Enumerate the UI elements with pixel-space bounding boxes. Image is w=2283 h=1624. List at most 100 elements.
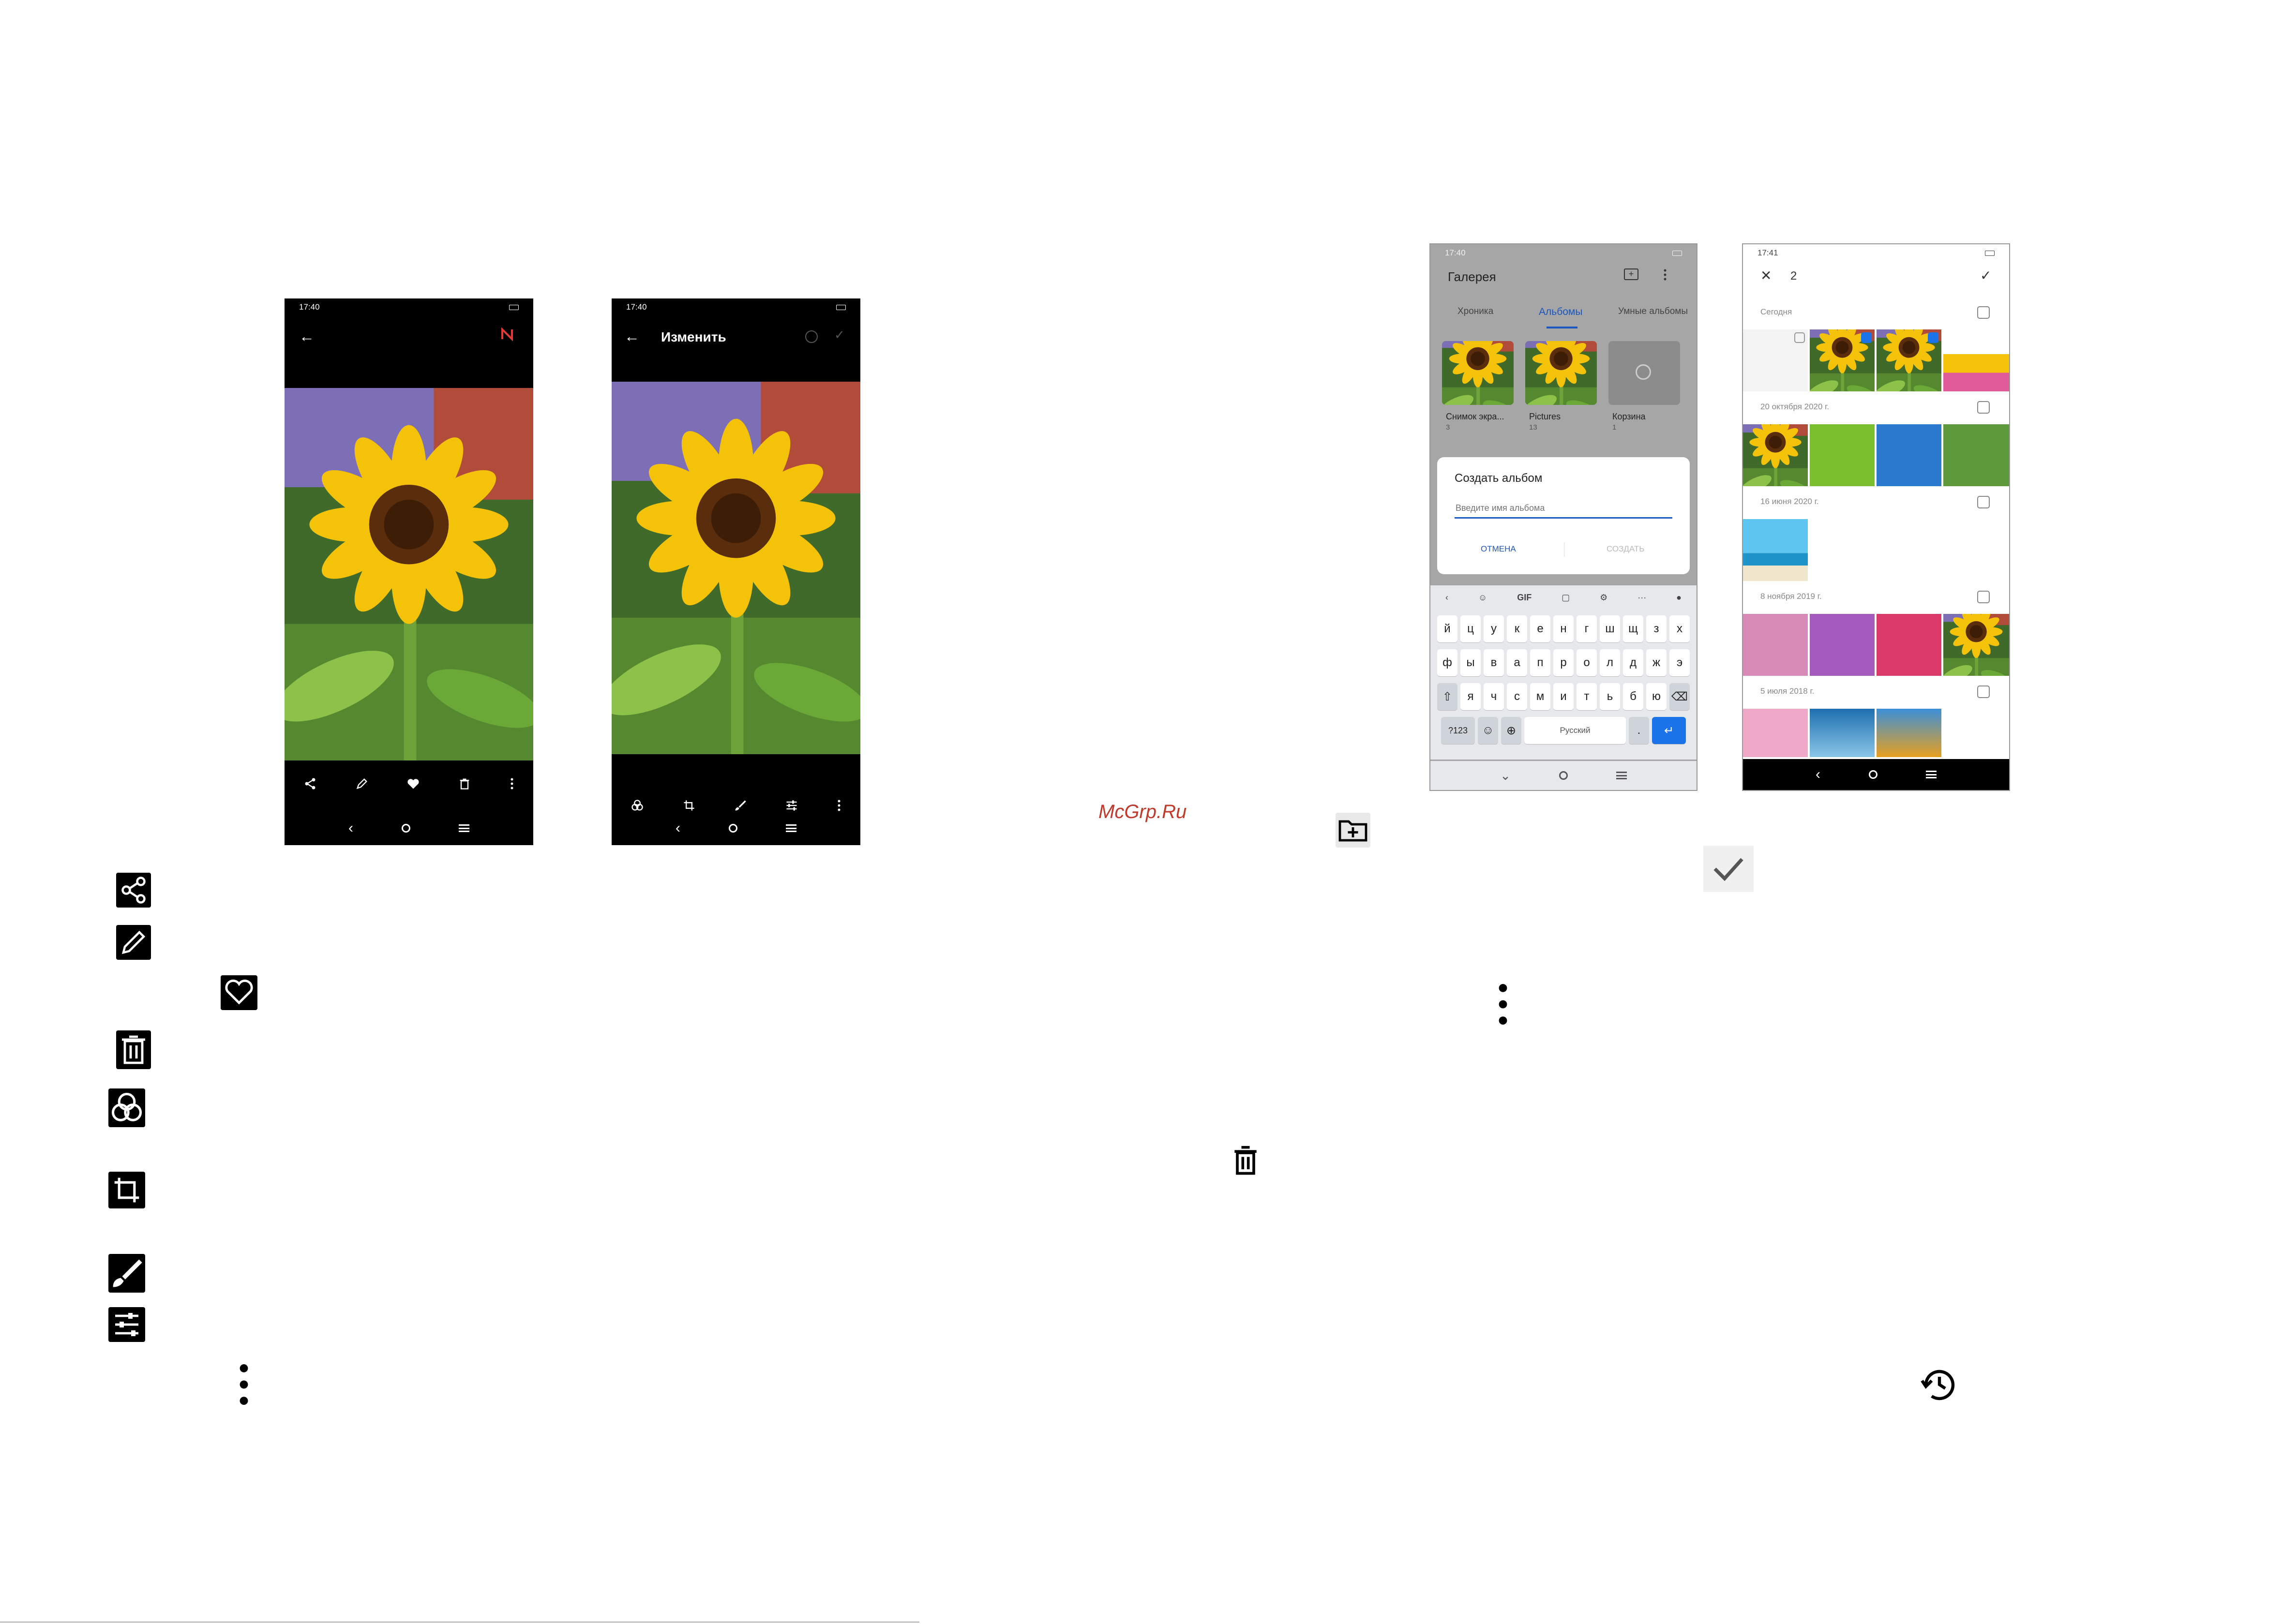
- key[interactable]: э: [1669, 649, 1690, 676]
- key[interactable]: з: [1646, 615, 1667, 642]
- nav-back-icon[interactable]: ‹: [676, 820, 680, 836]
- back-arrow-icon[interactable]: ←: [299, 328, 315, 345]
- nav-home-icon[interactable]: [729, 824, 737, 833]
- section-checkbox[interactable]: [1977, 496, 1990, 508]
- nav-recents-icon[interactable]: [459, 824, 469, 832]
- edit-icon[interactable]: [355, 777, 369, 793]
- shift-key[interactable]: ⇧: [1437, 683, 1457, 710]
- key[interactable]: ф: [1437, 649, 1457, 676]
- photo-thumb[interactable]: [1810, 424, 1875, 486]
- key[interactable]: ь: [1600, 683, 1620, 710]
- key[interactable]: л: [1600, 649, 1620, 676]
- photo-thumb[interactable]: [1877, 424, 1941, 486]
- key[interactable]: р: [1553, 649, 1574, 676]
- nav-home-icon[interactable]: [1559, 771, 1568, 780]
- photo-checkbox-checked[interactable]: [1861, 332, 1872, 343]
- album-cover-screenshots[interactable]: [1442, 341, 1514, 405]
- photo-sunflower[interactable]: [285, 388, 533, 760]
- photo-thumb[interactable]: [1743, 709, 1808, 757]
- chevron-left-icon[interactable]: ‹: [1445, 593, 1448, 603]
- photo-thumb[interactable]: [1743, 614, 1808, 676]
- photo-sunflower[interactable]: [612, 382, 860, 754]
- photo-thumb[interactable]: [1743, 329, 1808, 391]
- delete-icon[interactable]: [458, 777, 471, 793]
- back-arrow-icon[interactable]: ←: [624, 328, 640, 345]
- clipboard-icon[interactable]: ▢: [1562, 593, 1570, 603]
- close-icon[interactable]: ✕: [1760, 268, 1772, 283]
- nav-collapse-icon[interactable]: ⌄: [1500, 768, 1511, 783]
- photo-thumb[interactable]: [1943, 329, 2009, 391]
- key[interactable]: п: [1530, 649, 1550, 676]
- key[interactable]: щ: [1623, 615, 1643, 642]
- key[interactable]: н: [1553, 615, 1574, 642]
- sticker-icon[interactable]: ☺: [1478, 593, 1487, 603]
- gif-button[interactable]: GIF: [1517, 593, 1532, 603]
- backspace-key[interactable]: ⌫: [1669, 683, 1690, 710]
- nav-back-icon[interactable]: ‹: [348, 820, 353, 836]
- key[interactable]: ы: [1460, 649, 1481, 676]
- key[interactable]: в: [1484, 649, 1504, 676]
- album-cover-trash[interactable]: [1608, 341, 1680, 405]
- photo-thumb[interactable]: [1877, 709, 1941, 757]
- photo-checkbox-checked[interactable]: [1928, 332, 1938, 343]
- nav-back-icon[interactable]: ‹: [1816, 766, 1820, 783]
- new-album-icon[interactable]: +: [1624, 268, 1638, 280]
- tab-albums[interactable]: Альбомы: [1539, 306, 1582, 318]
- more-horizontal-icon[interactable]: ···: [1637, 593, 1646, 603]
- key[interactable]: и: [1553, 683, 1574, 710]
- key[interactable]: а: [1507, 649, 1527, 676]
- photo-thumb[interactable]: [1877, 614, 1941, 676]
- album-name-input[interactable]: [1455, 499, 1672, 519]
- symbols-key[interactable]: ?123: [1441, 717, 1475, 744]
- cancel-button[interactable]: ОТМЕНА: [1481, 544, 1516, 554]
- photo-checkbox[interactable]: [1794, 332, 1805, 343]
- nav-recents-icon[interactable]: [1926, 771, 1937, 778]
- enter-key[interactable]: ↵: [1652, 717, 1686, 744]
- section-checkbox[interactable]: [1977, 401, 1990, 414]
- key[interactable]: ж: [1646, 649, 1667, 676]
- album-cover-pictures[interactable]: [1525, 341, 1597, 405]
- key[interactable]: я: [1460, 683, 1481, 710]
- key[interactable]: т: [1577, 683, 1597, 710]
- nav-recents-icon[interactable]: [786, 824, 796, 832]
- mic-icon[interactable]: ●: [1676, 593, 1682, 603]
- undo-icon[interactable]: [805, 330, 818, 343]
- photo-thumb[interactable]: [1743, 424, 1808, 486]
- check-icon[interactable]: ✓: [1980, 268, 1991, 283]
- key[interactable]: ш: [1600, 615, 1620, 642]
- emoji-key[interactable]: ☺: [1478, 717, 1498, 744]
- photo-thumb[interactable]: [1943, 614, 2009, 676]
- key[interactable]: с: [1507, 683, 1527, 710]
- section-checkbox[interactable]: [1977, 306, 1990, 319]
- photo-thumb[interactable]: [1810, 614, 1875, 676]
- tab-timeline[interactable]: Хроника: [1457, 306, 1493, 317]
- photo-thumb[interactable]: [1810, 709, 1875, 757]
- photo-thumb[interactable]: [1810, 329, 1875, 391]
- key[interactable]: ц: [1460, 615, 1481, 642]
- nav-home-icon[interactable]: [402, 824, 410, 833]
- key[interactable]: е: [1530, 615, 1550, 642]
- more-icon[interactable]: [510, 777, 514, 793]
- photo-thumb[interactable]: [1743, 519, 1808, 581]
- more-icon[interactable]: [1663, 268, 1667, 284]
- key[interactable]: ч: [1484, 683, 1504, 710]
- check-icon[interactable]: ✓: [834, 328, 845, 343]
- key[interactable]: й: [1437, 615, 1457, 642]
- key[interactable]: к: [1507, 615, 1527, 642]
- photo-thumb[interactable]: [1877, 329, 1941, 391]
- section-checkbox[interactable]: [1977, 685, 1990, 698]
- gear-icon[interactable]: ⚙: [1600, 593, 1607, 603]
- tab-smart-albums[interactable]: Умные альбомы: [1618, 306, 1688, 317]
- key[interactable]: г: [1577, 615, 1597, 642]
- key[interactable]: у: [1484, 615, 1504, 642]
- key[interactable]: х: [1669, 615, 1690, 642]
- nav-recents-icon[interactable]: [1616, 772, 1627, 779]
- share-icon[interactable]: [303, 777, 317, 793]
- nav-home-icon[interactable]: [1869, 770, 1877, 779]
- editor-logo-icon[interactable]: [500, 327, 514, 342]
- create-button[interactable]: СОЗДАТЬ: [1607, 544, 1644, 554]
- key[interactable]: ю: [1646, 683, 1667, 710]
- space-key[interactable]: Русский: [1524, 717, 1626, 744]
- key[interactable]: о: [1577, 649, 1597, 676]
- photo-thumb[interactable]: [1943, 424, 2009, 486]
